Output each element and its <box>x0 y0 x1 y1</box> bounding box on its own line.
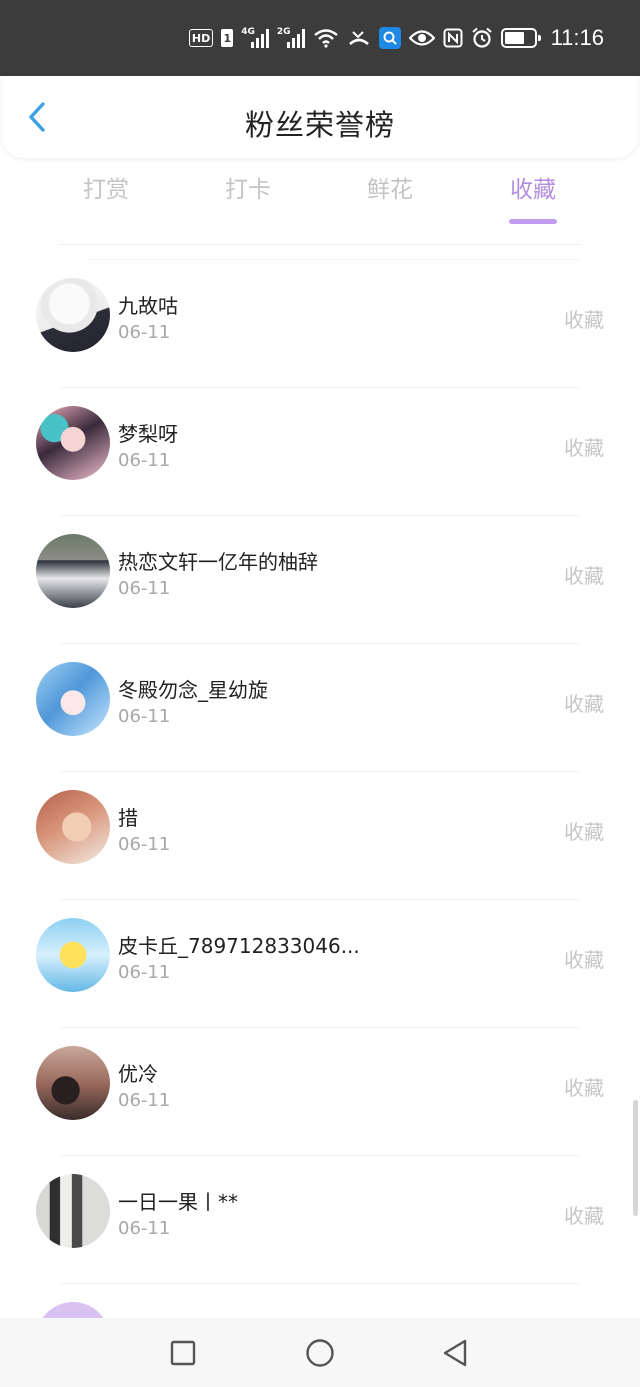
scrollbar[interactable] <box>633 1100 638 1216</box>
square-icon <box>170 1340 196 1366</box>
user-date: 06-11 <box>118 706 171 727</box>
tab-bar: 打赏 打卡 鲜花 收藏 <box>36 170 604 230</box>
nfc-icon <box>443 27 463 49</box>
list-item[interactable]: 皮卡丘_789712833046... 06-11 收藏 <box>0 900 640 1028</box>
page-title: 粉丝荣誉榜 <box>244 108 395 142</box>
action-label: 收藏 <box>564 948 604 972</box>
list-item[interactable]: 热恋文轩一亿年的柚辞 06-11 收藏 <box>0 516 640 644</box>
action-label: 收藏 <box>564 1076 604 1100</box>
avatar[interactable] <box>36 406 110 480</box>
wifi-icon <box>313 27 339 49</box>
tab-active-indicator <box>509 219 557 224</box>
avatar[interactable] <box>36 1302 110 1318</box>
user-name: 一日一果丨** <box>118 1190 238 1214</box>
user-date: 06-11 <box>118 450 171 471</box>
battery-icon <box>500 28 541 48</box>
user-date: 06-11 <box>118 834 171 855</box>
nav-back-button[interactable] <box>438 1336 472 1370</box>
tab-checkin[interactable]: 打卡 <box>198 170 298 204</box>
home-button[interactable] <box>303 1336 337 1370</box>
hd-icon: HD <box>188 29 214 47</box>
avatar[interactable] <box>36 1046 110 1120</box>
action-label: 收藏 <box>564 692 604 716</box>
tab-reward[interactable]: 打赏 <box>56 170 156 204</box>
user-date: 06-11 <box>118 1090 171 1111</box>
avatar[interactable] <box>36 790 110 864</box>
tab-favorites[interactable]: 收藏 <box>483 170 583 224</box>
avatar[interactable] <box>36 918 110 992</box>
action-label: 收藏 <box>564 436 604 460</box>
signal-2g-icon: 2G <box>277 27 305 49</box>
user-name: 冬殿勿念_星幼旋 <box>118 678 268 702</box>
user-name: 热恋文轩一亿年的柚辞 <box>118 550 318 574</box>
user-name: 梦梨呀 <box>118 422 178 446</box>
status-bar: HD 1 4G 2G 11:16 <box>0 0 640 76</box>
list-item[interactable]: 措 06-11 收藏 <box>0 772 640 900</box>
user-name: 皮卡丘_789712833046... <box>118 934 360 958</box>
list-item[interactable]: 一日一果丨** 06-11 收藏 <box>0 1156 640 1284</box>
user-name: 优冷 <box>118 1062 158 1086</box>
header: 粉丝荣誉榜 <box>2 76 638 158</box>
user-date: 06-11 <box>118 1218 171 1239</box>
fan-list[interactable]: 九故咕 06-11 收藏 梦梨呀 06-11 收藏 热恋文轩一亿年的柚辞 06-… <box>0 260 640 1318</box>
user-date: 06-11 <box>118 578 171 599</box>
action-label: 收藏 <box>564 1204 604 1228</box>
tab-label: 打卡 <box>225 177 271 203</box>
user-name: 措 <box>118 806 138 830</box>
avatar[interactable] <box>36 534 110 608</box>
list-item[interactable]: 优冷 06-11 收藏 <box>0 1028 640 1156</box>
missed-call-icon <box>347 27 371 49</box>
list-item[interactable]: 冬殿勿念_星幼旋 06-11 收藏 <box>0 644 640 772</box>
list-item[interactable] <box>0 1284 640 1318</box>
triangle-back-icon <box>443 1339 467 1367</box>
avatar[interactable] <box>36 662 110 736</box>
user-name: 九故咕 <box>118 294 178 318</box>
avatar[interactable] <box>36 278 110 352</box>
action-label: 收藏 <box>564 564 604 588</box>
clock: 11:16 <box>550 25 604 50</box>
action-label: 收藏 <box>564 308 604 332</box>
recents-button[interactable] <box>166 1336 200 1370</box>
circle-icon <box>306 1339 334 1367</box>
list-item[interactable]: 梦梨呀 06-11 收藏 <box>0 388 640 516</box>
status-icons: HD 1 4G 2G 11:16 <box>188 0 604 76</box>
tab-label: 收藏 <box>510 177 556 203</box>
action-label: 收藏 <box>564 820 604 844</box>
signal-4g-icon: 4G <box>241 27 269 49</box>
tab-label: 打赏 <box>83 177 129 203</box>
tab-flowers[interactable]: 鲜花 <box>340 170 440 204</box>
eye-icon <box>408 27 435 49</box>
tab-label: 鲜花 <box>367 177 413 203</box>
user-date: 06-11 <box>118 322 171 343</box>
alarm-icon <box>471 27 493 49</box>
user-date: 06-11 <box>118 962 171 983</box>
divider <box>60 244 580 245</box>
list-item[interactable]: 九故咕 06-11 收藏 <box>0 260 640 388</box>
system-nav-bar <box>0 1318 640 1387</box>
battery-level <box>504 32 525 44</box>
sim-icon: 1 <box>221 29 234 47</box>
search-app-icon <box>378 27 401 49</box>
avatar[interactable] <box>36 1174 110 1248</box>
